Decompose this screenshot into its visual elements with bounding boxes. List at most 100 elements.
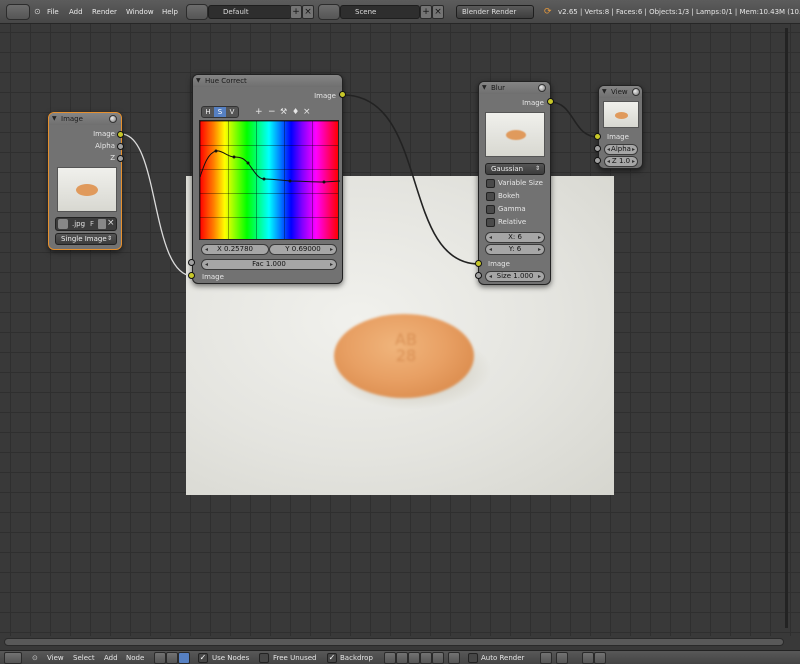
hue-curve-widget[interactable] (199, 120, 340, 240)
remove-scene-icon[interactable]: × (432, 5, 444, 19)
viewer-header[interactable]: ▼ View (599, 86, 642, 98)
scene-field[interactable]: Scene (340, 5, 420, 19)
decrement-icon[interactable]: ◂ (489, 233, 492, 242)
image-browse-icon[interactable] (58, 219, 68, 229)
backdrop-z-icon[interactable] (448, 652, 460, 664)
collapse-menu-icon[interactable]: ⊙ (32, 652, 38, 664)
increment-icon[interactable]: ▸ (538, 233, 541, 242)
blur-x-field[interactable]: ◂ X: 6 ▸ (485, 232, 545, 243)
blur-y-field[interactable]: ◂ Y: 6 ▸ (485, 244, 545, 255)
tab-h[interactable]: H (202, 107, 214, 117)
backdrop-g-icon[interactable] (420, 652, 432, 664)
image-node-header[interactable]: ▼ Image (49, 113, 121, 125)
menu-file[interactable]: File (47, 5, 59, 19)
hue-correct-node[interactable]: ▼ Hue Correct Image H S V + − ⚒ ♦ × ◂ X … (192, 74, 343, 284)
menu-node[interactable]: Node (126, 652, 144, 664)
variable-size-checkbox[interactable] (486, 179, 495, 188)
decrement-icon[interactable]: ◂ (205, 245, 208, 254)
remove-point-icon[interactable]: − (268, 107, 276, 117)
add-screen-icon[interactable]: + (290, 5, 302, 19)
blur-size-socket[interactable] (475, 272, 482, 279)
viewer-alpha-field[interactable]: ◂ Alpha ▸ (604, 144, 638, 155)
curve-tools-icon[interactable]: ⚒ (280, 107, 287, 117)
editor-type-button[interactable] (4, 652, 22, 664)
remove-screen-icon[interactable]: × (302, 5, 314, 19)
viewer-z-socket[interactable] (594, 157, 601, 164)
compositing-tree-icon[interactable] (178, 652, 190, 664)
z-output-socket[interactable] (117, 155, 124, 162)
collapse-triangle-icon[interactable]: ▼ (52, 113, 57, 125)
fac-input-socket[interactable] (188, 259, 195, 266)
image-node[interactable]: ▼ Image Image Alpha Z .jpg F × Single Im… (48, 112, 122, 250)
snap-icon[interactable] (540, 652, 552, 664)
backdrop-alpha-icon[interactable] (396, 652, 408, 664)
image-file-field[interactable]: .jpg F × (55, 217, 117, 231)
viewer-z-field[interactable]: ◂ Z 1.0 ▸ (604, 156, 638, 167)
snap-element-icon[interactable] (556, 652, 568, 664)
delete-point-icon[interactable]: × (303, 107, 311, 117)
hue-correct-header[interactable]: ▼ Hue Correct (193, 75, 342, 87)
auto-render-checkbox[interactable] (468, 653, 478, 663)
add-point-icon[interactable]: + (255, 107, 263, 117)
increment-icon[interactable]: ▸ (330, 245, 333, 254)
y-coord-field[interactable]: Y 0.69000 ▸ (269, 244, 337, 255)
bokeh-checkbox[interactable] (486, 192, 495, 201)
scene-icon[interactable] (318, 4, 340, 20)
fac-field[interactable]: ◂ Fac 1.000 ▸ (201, 259, 337, 270)
decrement-icon[interactable]: ◂ (489, 272, 492, 281)
menu-view[interactable]: View (47, 652, 64, 664)
menu-render[interactable]: Render (92, 5, 117, 19)
blur-node[interactable]: ▼ Blur Image Gaussian ⇕ Variable Size Bo… (478, 81, 551, 285)
hue-input-socket[interactable] (188, 272, 195, 279)
filter-type-dropdown[interactable]: Gaussian ⇕ (485, 163, 545, 175)
blur-output-socket[interactable] (547, 98, 554, 105)
blur-header[interactable]: ▼ Blur (479, 82, 550, 94)
horizontal-scrollbar[interactable] (4, 638, 784, 646)
render-engine-dropdown[interactable]: Blender Render (456, 5, 534, 19)
preview-sphere-icon[interactable] (109, 115, 117, 123)
increment-icon[interactable]: ▸ (538, 272, 541, 281)
menu-window[interactable]: Window (126, 5, 154, 19)
texture-tree-icon[interactable] (166, 652, 178, 664)
backdrop-color-icon[interactable] (384, 652, 396, 664)
decrement-icon[interactable]: ◂ (607, 145, 610, 154)
increment-icon[interactable]: ▸ (632, 145, 635, 154)
decrement-icon[interactable]: ◂ (205, 260, 208, 269)
use-nodes-checkbox[interactable]: ✓ (198, 653, 208, 663)
x-coord-field[interactable]: ◂ X 0.25780 (201, 244, 269, 255)
viewer-node[interactable]: ▼ View Image ◂ Alpha ▸ ◂ Z 1.0 ▸ (598, 85, 643, 169)
image-source-dropdown[interactable]: Single Image ⇕ (55, 233, 117, 245)
preview-sphere-icon[interactable] (538, 84, 546, 92)
image-unlink-icon[interactable]: × (107, 218, 115, 228)
collapse-triangle-icon[interactable]: ▼ (482, 82, 487, 94)
blur-size-field[interactable]: ◂ Size 1.000 ▸ (485, 271, 545, 282)
preview-sphere-icon[interactable] (632, 88, 640, 96)
collapse-triangle-icon[interactable]: ▼ (602, 86, 607, 98)
increment-icon[interactable]: ▸ (538, 245, 541, 254)
menu-help[interactable]: Help (162, 5, 178, 19)
menu-add[interactable]: Add (104, 652, 118, 664)
alpha-output-socket[interactable] (117, 143, 124, 150)
viewer-input-socket[interactable] (594, 133, 601, 140)
relative-checkbox[interactable] (486, 218, 495, 227)
collapse-triangle-icon[interactable]: ▼ (196, 75, 201, 87)
increment-icon[interactable]: ▸ (330, 260, 333, 269)
menu-select[interactable]: Select (73, 652, 95, 664)
decrement-icon[interactable]: ◂ (489, 245, 492, 254)
image-fake-user[interactable]: F (90, 219, 94, 229)
screen-layout-icon[interactable] (186, 4, 208, 20)
viewer-alpha-socket[interactable] (594, 145, 601, 152)
tab-s[interactable]: S (214, 107, 226, 117)
image-open-icon[interactable] (98, 219, 106, 229)
hue-output-socket[interactable] (339, 91, 346, 98)
backdrop-r-icon[interactable] (408, 652, 420, 664)
tab-v[interactable]: V (226, 107, 238, 117)
shader-tree-icon[interactable] (154, 652, 166, 664)
clipping-icon[interactable]: ♦ (292, 107, 299, 117)
free-unused-checkbox[interactable] (259, 653, 269, 663)
paste-icon[interactable] (594, 652, 606, 664)
decrement-icon[interactable]: ◂ (607, 157, 610, 166)
region-divider[interactable] (785, 28, 788, 628)
blur-input-socket[interactable] (475, 260, 482, 267)
menu-add[interactable]: Add (69, 5, 83, 19)
